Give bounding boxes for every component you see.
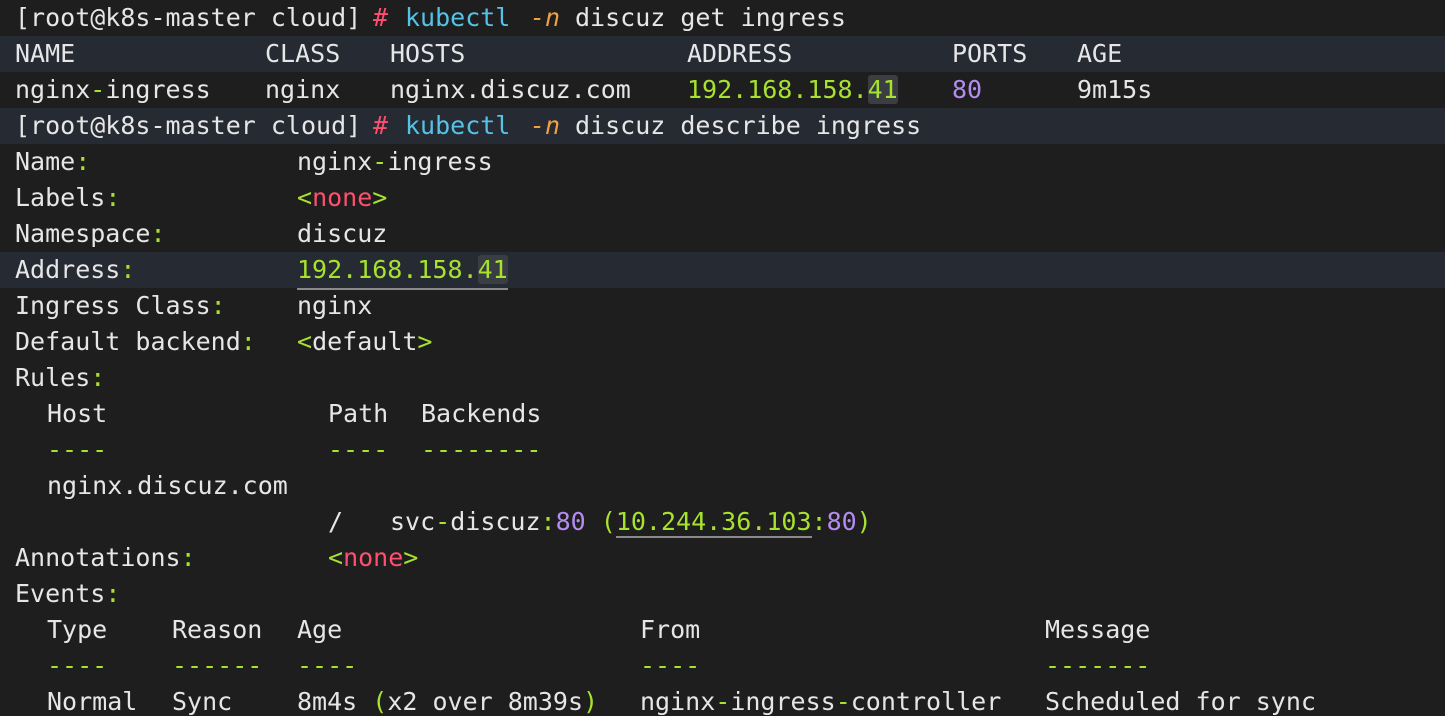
- name-value: nginx-ingress: [297, 147, 493, 176]
- address-label: Address:: [15, 255, 136, 284]
- events-from-header: From: [640, 615, 701, 644]
- command-flag: -n: [530, 111, 561, 140]
- name-label: Name:: [15, 147, 91, 176]
- events-message-header: Message: [1045, 615, 1151, 644]
- prompt-hash: #: [373, 3, 389, 32]
- events-divider: ---- ------ ---- ---- -------: [0, 648, 1445, 684]
- describe-annotations-line: Annotations: <none>: [0, 540, 1445, 576]
- event-reason: Sync: [172, 687, 233, 716]
- command-args: discuz describe ingress: [575, 111, 922, 140]
- rule-backend-line: / svc-discuz:80 (10.244.36.103:80): [0, 504, 1445, 540]
- shell-prompt: [root@k8s-master cloud]: [15, 111, 362, 140]
- events-type-header: Type: [47, 615, 108, 644]
- annotations-label: Annotations:: [15, 543, 196, 572]
- describe-address-line: Address: 192.168.158.41: [0, 252, 1445, 290]
- table-row: Normal Sync 8m4s (x2 over 8m39s) nginx-i…: [0, 684, 1445, 716]
- default-backend-label: Default backend:: [15, 327, 256, 356]
- rules-divider: ---- ---- --------: [0, 432, 1445, 468]
- event-from: nginx-ingress-controller: [640, 687, 1002, 716]
- rule-host-line: nginx.discuz.com: [0, 468, 1445, 504]
- col-address-header: ADDRESS: [687, 39, 793, 68]
- events-header: Type Reason Age From Message: [0, 612, 1445, 648]
- describe-namespace-line: Namespace: discuz: [0, 216, 1445, 252]
- ingress-table-header: NAME CLASS HOSTS ADDRESS PORTS AGE: [0, 36, 1445, 72]
- col-class-header: CLASS: [265, 39, 341, 68]
- col-age-header: AGE: [1077, 39, 1123, 68]
- rule-backend: svc-discuz:80 (10.244.36.103:80): [390, 507, 872, 538]
- rules-backends-header: Backends: [421, 399, 542, 428]
- ingress-class-label: Ingress Class:: [15, 291, 226, 320]
- events-type-dashes: ----: [47, 651, 108, 680]
- command-kubectl: kubectl: [405, 111, 511, 140]
- rule-path: /: [328, 507, 344, 536]
- describe-name-line: Name: nginx-ingress: [0, 144, 1445, 180]
- event-message: Scheduled for sync: [1045, 687, 1316, 716]
- rules-backends-dashes: --------: [421, 435, 542, 464]
- event-age: 8m4s (x2 over 8m39s): [297, 687, 599, 716]
- events-label: Events:: [15, 579, 121, 608]
- events-reason-header: Reason: [172, 615, 263, 644]
- labels-label: Labels:: [15, 183, 121, 212]
- rule-host: nginx.discuz.com: [47, 471, 288, 500]
- describe-events-line: Events:: [0, 576, 1445, 612]
- col-ports-header: PORTS: [952, 39, 1028, 68]
- address-value[interactable]: 192.168.158.41: [297, 252, 508, 290]
- rules-path-header: Path: [328, 399, 389, 428]
- namespace-value: discuz: [297, 219, 388, 248]
- row-ports: 80: [952, 75, 983, 104]
- event-type: Normal: [47, 687, 138, 716]
- command-line-get: [root@k8s-master cloud] # kubectl -n dis…: [0, 0, 1445, 36]
- describe-default-backend-line: Default backend: <default>: [0, 324, 1445, 360]
- events-message-dashes: -------: [1045, 651, 1151, 680]
- rule-endpoint-ip[interactable]: 10.244.36.103: [615, 507, 812, 538]
- command-args: discuz get ingress: [575, 3, 846, 32]
- events-age-header: Age: [297, 615, 343, 644]
- describe-labels-line: Labels: <none>: [0, 180, 1445, 216]
- rules-host-dashes: ----: [47, 435, 108, 464]
- col-hosts-header: HOSTS: [390, 39, 466, 68]
- describe-rules-line: Rules:: [0, 360, 1445, 396]
- rules-path-dashes: ----: [328, 435, 389, 464]
- events-age-dashes: ----: [297, 651, 358, 680]
- command-flag: -n: [530, 3, 561, 32]
- describe-ingress-class-line: Ingress Class: nginx: [0, 288, 1445, 324]
- shell-prompt: [root@k8s-master cloud]: [15, 3, 362, 32]
- row-hosts: nginx.discuz.com: [390, 75, 631, 104]
- command-kubectl: kubectl: [405, 3, 511, 32]
- command-line-describe: [root@k8s-master cloud] # kubectl -n dis…: [0, 108, 1445, 144]
- events-reason-dashes: ------: [172, 651, 263, 680]
- prompt-hash: #: [373, 111, 389, 140]
- terminal-window[interactable]: [root@k8s-master cloud] # kubectl -n dis…: [0, 0, 1445, 716]
- row-name: nginx-ingress: [15, 75, 211, 104]
- rules-header: Host Path Backends: [0, 396, 1445, 432]
- ingress-class-value: nginx: [297, 291, 373, 320]
- row-address[interactable]: 192.168.158.41: [687, 72, 898, 110]
- rules-label: Rules:: [15, 363, 106, 392]
- namespace-label: Namespace:: [15, 219, 166, 248]
- labels-value: <none>: [297, 183, 388, 212]
- col-name-header: NAME: [15, 39, 76, 68]
- table-row: nginx-ingress nginx nginx.discuz.com 192…: [0, 72, 1445, 110]
- row-age: 9m15s: [1077, 75, 1153, 104]
- annotations-value: <none>: [328, 543, 419, 572]
- default-backend-value: <default>: [297, 327, 433, 356]
- row-class: nginx: [265, 75, 341, 104]
- events-from-dashes: ----: [640, 651, 701, 680]
- rules-host-header: Host: [47, 399, 108, 428]
